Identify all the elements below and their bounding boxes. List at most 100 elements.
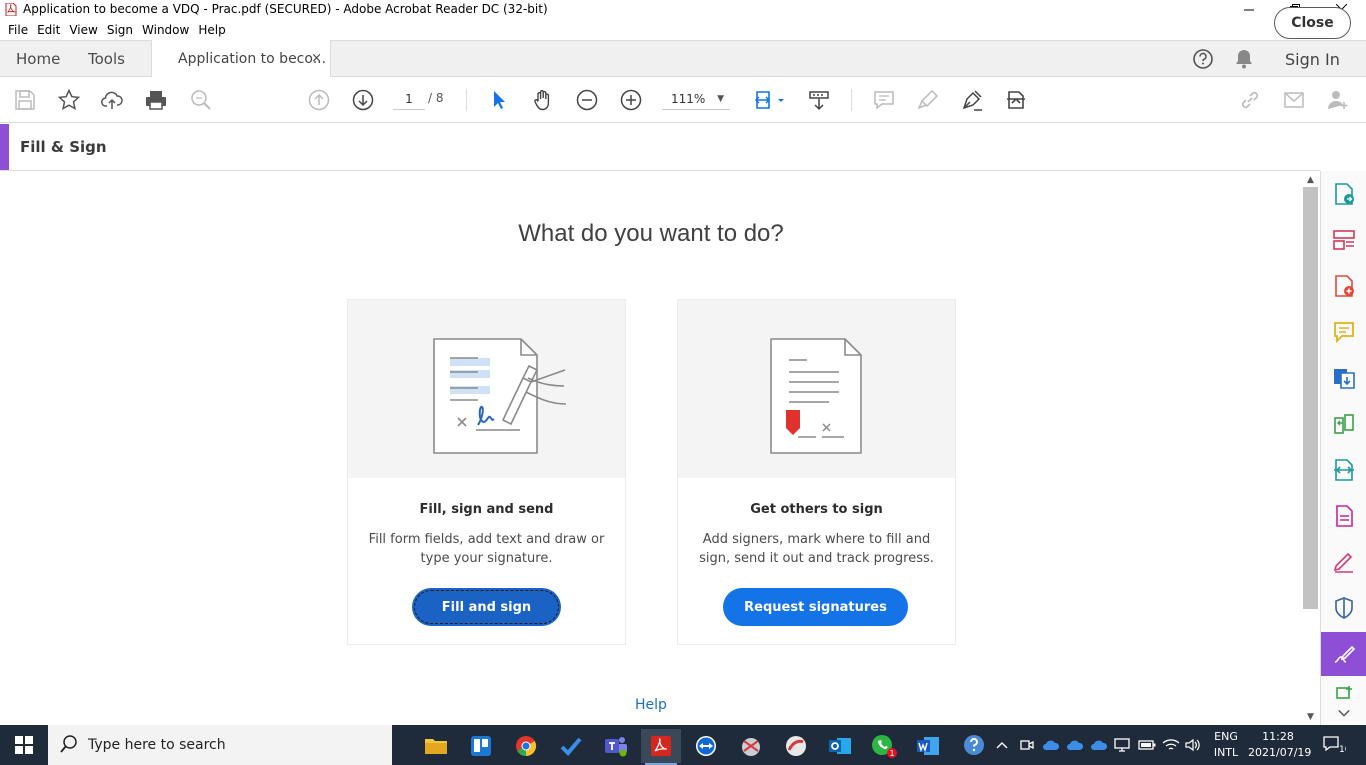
- email-button[interactable]: [1282, 88, 1306, 112]
- request-signatures-button[interactable]: Request signatures: [723, 588, 908, 626]
- scan-tool[interactable]: [1321, 450, 1366, 490]
- show-hidden-icons-button[interactable]: [996, 725, 1008, 765]
- taskbar-clock[interactable]: 11:28 2021/07/19: [1248, 729, 1311, 761]
- taskbar-search-input[interactable]: Type here to search: [48, 725, 392, 765]
- volume-tray-icon[interactable]: [1185, 725, 1201, 765]
- highlight-button[interactable]: [916, 88, 940, 112]
- fill-sign-title: Fill & Sign: [20, 138, 107, 156]
- menu-sign[interactable]: Sign: [103, 23, 137, 37]
- edit-pdf-tool[interactable]: [1321, 496, 1366, 536]
- export-pdf-tool[interactable]: [1321, 174, 1366, 214]
- menu-view[interactable]: View: [65, 23, 101, 37]
- arrow-up-circle-icon: [308, 89, 330, 111]
- notification-center-button[interactable]: 10: [1322, 725, 1346, 765]
- add-person-icon: [1328, 91, 1348, 109]
- tab-tools[interactable]: Tools: [88, 41, 125, 77]
- fill-sign-panel: What do you want to do? Fill, sign and s…: [0, 172, 1302, 725]
- menu-window[interactable]: Window: [138, 23, 193, 37]
- outlook-taskbar-button[interactable]: [820, 729, 860, 763]
- fill-sign-send-card: Fill, sign and send Fill form fields, ad…: [347, 299, 626, 645]
- zoom-level-select[interactable]: 111% ▼: [662, 88, 730, 110]
- zoom-in-button[interactable]: [619, 88, 643, 112]
- hand-tool-button[interactable]: [531, 88, 555, 112]
- scroll-up-icon[interactable]: ▲: [1302, 173, 1319, 187]
- chevron-down-icon: [1338, 709, 1350, 717]
- help-tray-icon[interactable]: [962, 725, 986, 765]
- onedrive-tray-icon-3[interactable]: [1090, 725, 1108, 765]
- page-number-input[interactable]: 1: [393, 88, 425, 110]
- chrome-taskbar-button[interactable]: [506, 729, 546, 763]
- page-fit-button[interactable]: [752, 88, 788, 112]
- bookmark-star-button[interactable]: [57, 88, 81, 112]
- organize-pages-tool[interactable]: [1321, 220, 1366, 260]
- rail-expand-button[interactable]: [1321, 703, 1366, 723]
- meet-now-tray-icon[interactable]: [1020, 725, 1034, 765]
- whatsapp-taskbar-button[interactable]: 1: [864, 729, 904, 763]
- comment-button[interactable]: [872, 88, 896, 112]
- menu-edit[interactable]: Edit: [33, 23, 64, 37]
- bell-icon: [1236, 50, 1252, 69]
- fill-and-sign-button[interactable]: Fill and sign: [412, 588, 561, 626]
- convert-icon: [1334, 369, 1355, 389]
- onedrive-tray-icon-2[interactable]: [1066, 725, 1084, 765]
- stamp-button[interactable]: [1004, 88, 1028, 112]
- comment-tool[interactable]: [1321, 312, 1366, 352]
- teamviewer-taskbar-button[interactable]: [686, 729, 726, 763]
- start-button[interactable]: [0, 725, 48, 765]
- whatsapp-icon: 1: [872, 735, 897, 758]
- compare-tool[interactable]: [1321, 404, 1366, 444]
- minimize-button[interactable]: [1226, 0, 1272, 18]
- fountain-pen-icon: [962, 90, 982, 111]
- keyboard-layout: INTL: [1213, 746, 1239, 759]
- upload-button[interactable]: [100, 88, 124, 112]
- more-tools-tool[interactable]: [1321, 681, 1366, 703]
- network-drive-tray-icon[interactable]: [1114, 725, 1130, 765]
- tab-close-icon[interactable]: ×: [311, 51, 322, 66]
- help-circle-button[interactable]: [1192, 41, 1214, 77]
- page-title: What do you want to do?: [518, 220, 784, 247]
- fill-sign-tool[interactable]: [1321, 632, 1366, 676]
- app-red-taskbar-button[interactable]: [776, 729, 816, 763]
- tab-document[interactable]: Application to beco... ×: [151, 40, 331, 78]
- zoom-out-button[interactable]: [575, 88, 599, 112]
- wifi-tray-icon[interactable]: [1162, 725, 1180, 765]
- add-user-button[interactable]: [1326, 88, 1350, 112]
- create-pdf-tool[interactable]: [1321, 266, 1366, 306]
- scroll-mode-button[interactable]: [807, 88, 831, 112]
- scroll-down-icon[interactable]: ▼: [1302, 710, 1319, 724]
- snipping-taskbar-button[interactable]: [731, 729, 771, 763]
- share-link-button[interactable]: [1238, 88, 1262, 112]
- trello-taskbar-button[interactable]: [461, 729, 501, 763]
- sign-in-button[interactable]: Sign In: [1285, 41, 1340, 77]
- envelope-icon: [1284, 92, 1304, 108]
- next-page-button[interactable]: [351, 88, 375, 112]
- menu-help[interactable]: Help: [194, 23, 229, 37]
- battery-tray-icon[interactable]: [1138, 725, 1156, 765]
- teams-taskbar-button[interactable]: [596, 729, 636, 763]
- menu-file[interactable]: File: [4, 23, 32, 37]
- close-fill-sign-button[interactable]: Close: [1274, 7, 1351, 39]
- save-button[interactable]: [13, 88, 37, 112]
- protect-tool[interactable]: [1321, 588, 1366, 628]
- redact-tool[interactable]: [1321, 542, 1366, 582]
- todo-taskbar-button[interactable]: [551, 729, 591, 763]
- notifications-button[interactable]: [1234, 41, 1254, 77]
- file-explorer-taskbar-button[interactable]: [416, 729, 456, 763]
- input-language-indicator[interactable]: ENG INTL: [1206, 729, 1246, 761]
- print-button[interactable]: [144, 88, 168, 112]
- zoom-search-button[interactable]: [189, 88, 213, 112]
- onedrive-tray-icon-1[interactable]: [1042, 725, 1060, 765]
- tab-home[interactable]: Home: [16, 41, 60, 77]
- word-taskbar-button[interactable]: [908, 729, 948, 763]
- notification-count: 10: [1339, 745, 1346, 755]
- hand-icon: [534, 90, 550, 111]
- sign-pen-button[interactable]: [960, 88, 984, 112]
- vertical-scrollbar[interactable]: ▲ ▼: [1302, 172, 1319, 725]
- convert-tool[interactable]: [1321, 358, 1366, 398]
- acrobat-taskbar-button[interactable]: [641, 729, 681, 765]
- previous-page-button[interactable]: [307, 88, 331, 112]
- scrollbar-thumb[interactable]: [1303, 187, 1318, 609]
- select-tool-button[interactable]: [487, 88, 511, 112]
- help-link[interactable]: Help: [0, 697, 1302, 713]
- scroll-mode-icon: [809, 91, 829, 111]
